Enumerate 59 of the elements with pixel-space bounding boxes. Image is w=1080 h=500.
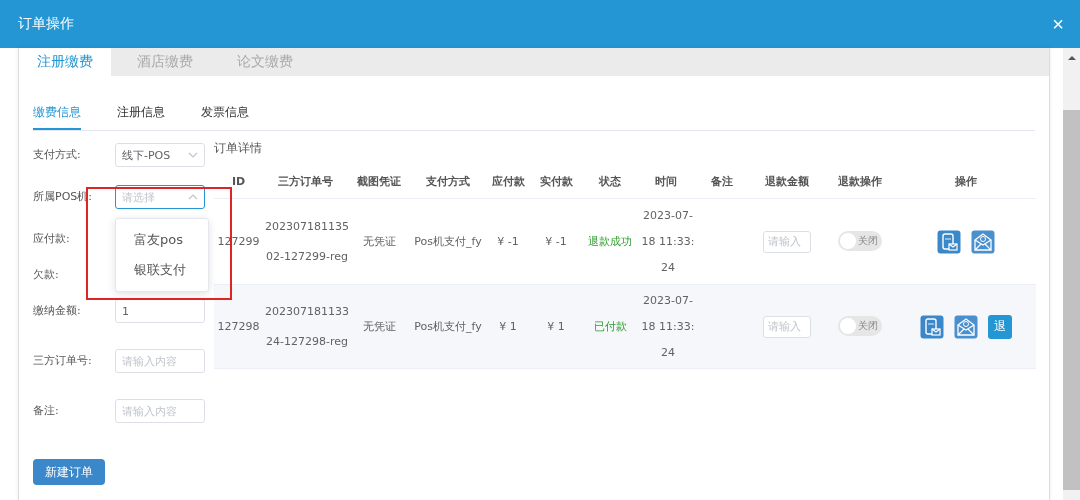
- field-label: 三方订单号:: [33, 353, 93, 369]
- refund-button[interactable]: 退: [988, 314, 1012, 339]
- sub-tab[interactable]: 发票信息: [201, 96, 249, 130]
- status-text: 退款成功: [588, 235, 632, 248]
- dropdown-option[interactable]: 银联支付: [116, 255, 208, 285]
- table-cell-text: 20230718113324-127298-reg: [265, 303, 349, 350]
- table-cell-text: 2023-07-18 11:33:24: [641, 207, 695, 276]
- column-header: 退款操作: [823, 165, 896, 199]
- tab[interactable]: 酒店缴费: [119, 48, 211, 76]
- column-header: 退款金额: [751, 165, 823, 199]
- field-label: 备注:: [33, 403, 60, 419]
- column-header: 三方订单号: [263, 165, 347, 199]
- table-cell: Pos机支付_fy: [414, 320, 482, 333]
- table-cell: ¥ 1: [547, 320, 565, 333]
- field-label: 支付方式:: [33, 147, 82, 163]
- column-header: 支付方式: [411, 165, 485, 199]
- scrollbar-thumb[interactable]: [1063, 110, 1080, 490]
- status-text: 已付款: [593, 320, 627, 333]
- table-cell: ¥ -1: [545, 235, 567, 248]
- close-button[interactable]: ×: [1048, 14, 1068, 34]
- column-header: 操作: [896, 165, 1036, 199]
- caret-icon: [188, 152, 198, 158]
- tab[interactable]: 注册缴费: [19, 48, 111, 76]
- table-cell: 无凭证: [362, 235, 396, 248]
- table-cell: Pos机支付_fy: [414, 235, 482, 248]
- column-header: 截图凭证: [347, 165, 411, 199]
- field-label: 缴纳金额:: [33, 303, 82, 319]
- refund-toggle[interactable]: 关闭: [837, 231, 882, 251]
- scroll-up-arrow-icon[interactable]: [1067, 56, 1076, 60]
- column-header: 应付款: [485, 165, 531, 199]
- envelope-icon: [971, 229, 995, 254]
- phone-message-icon: [920, 314, 944, 339]
- refund-toggle[interactable]: 关闭: [837, 316, 882, 336]
- select-field[interactable]: 线下-POS: [115, 143, 205, 167]
- envelope-icon: [954, 314, 978, 339]
- column-header: 状态: [581, 165, 639, 199]
- tab[interactable]: 论文缴费: [219, 48, 311, 76]
- scrollbar[interactable]: [1063, 48, 1080, 500]
- column-header: ID: [214, 165, 263, 199]
- dropdown-option[interactable]: 富友pos: [116, 225, 208, 255]
- field-label: 应付款:: [33, 231, 71, 247]
- table-cell: 无凭证: [362, 320, 396, 333]
- window-title: 订单操作: [18, 15, 74, 33]
- table-cell-text: 2023-07-18 11:33:24: [641, 292, 695, 361]
- table-caption: 订单详情: [214, 140, 263, 157]
- column-header: 备注: [692, 165, 751, 199]
- column-header: 时间: [639, 165, 692, 199]
- table-cell: ¥ -1: [497, 235, 519, 248]
- table-cell-text: 20230718113502-127299-reg: [265, 218, 349, 265]
- field-label: 欠款:: [33, 267, 60, 283]
- create-order-button[interactable]: 新建订单: [33, 459, 105, 485]
- phone-message-icon: [937, 229, 961, 254]
- sub-tab[interactable]: 缴费信息: [33, 96, 81, 130]
- column-header: 实付款: [531, 165, 581, 199]
- table-cell: 127298: [217, 320, 260, 333]
- table-cell: ¥ 1: [499, 320, 517, 333]
- caret-icon: [188, 194, 198, 200]
- sub-tab[interactable]: 注册信息: [117, 96, 165, 130]
- input-field[interactable]: 1: [115, 299, 205, 323]
